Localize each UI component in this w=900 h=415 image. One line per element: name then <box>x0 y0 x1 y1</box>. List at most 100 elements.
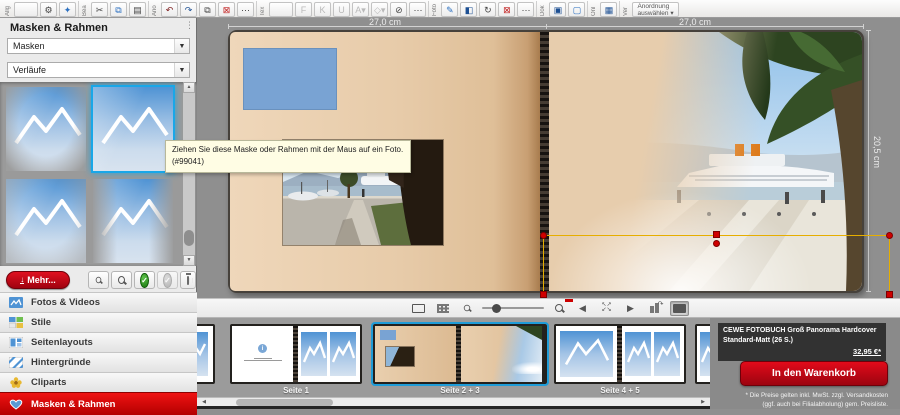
selection-handle-right[interactable] <box>886 232 893 239</box>
masks-frames-icon <box>9 399 23 410</box>
redo-button[interactable]: ↷ <box>180 2 197 17</box>
settings-button[interactable]: ⚙ <box>40 2 57 17</box>
page-right[interactable] <box>549 32 862 291</box>
chevron-down-icon: ▼ <box>174 39 189 53</box>
next-spread-button[interactable]: ▶ <box>622 301 640 316</box>
duplicate-button[interactable]: ⧉ <box>199 2 216 17</box>
mask-thumbnail-1[interactable] <box>6 87 86 171</box>
thumbnail-page-4-5[interactable] <box>554 324 686 384</box>
fit-view-button[interactable]: ↖↗↙↘ <box>598 301 616 316</box>
thumbnail-page-1[interactable]: i <box>230 324 362 384</box>
paste-button[interactable]: ▤ <box>129 2 146 17</box>
photo-palm-ship[interactable] <box>549 32 862 291</box>
toolbar-group-edit: Bea ✂ ⧉ ▤ <box>78 1 146 17</box>
sidebar-item-hintergruende[interactable]: Hintergründe <box>0 352 197 372</box>
sidebar-item-masken-rahmen[interactable]: Masken & Rahmen <box>0 392 197 415</box>
like-button[interactable]: ✓ <box>134 271 155 289</box>
zoom-in-icon <box>118 276 125 284</box>
subcategory-dropdown[interactable]: Verläufe ▼ <box>7 62 190 78</box>
more-photo-button[interactable]: ⋯ <box>517 2 534 17</box>
thumbnail-size-large-button[interactable] <box>111 271 132 289</box>
more-button[interactable]: ↓ Mehr... <box>6 271 70 289</box>
panel-splitter-handle[interactable]: ⋮ <box>185 20 193 31</box>
sidebar-item-fotos-videos[interactable]: Fotos & Videos <box>0 292 197 312</box>
italic-button[interactable]: K <box>314 2 331 17</box>
sidebar-item-cliparts[interactable]: Cliparts <box>0 372 197 392</box>
thumbnail-cover-partial[interactable] <box>197 324 215 384</box>
zoom-out-icon <box>96 277 102 283</box>
single-page-view-button[interactable] <box>409 301 428 316</box>
panel-header: Masken & Rahmen ⋮ <box>0 18 196 37</box>
underline-button[interactable]: U <box>333 2 350 17</box>
zoom-slider-knob[interactable] <box>492 304 501 313</box>
delete-element-button[interactable]: ⊠ <box>218 2 235 17</box>
more-text-button[interactable]: ⋯ <box>409 2 426 17</box>
scroll-up-icon[interactable]: ▲ <box>183 82 195 93</box>
selection-right-edge[interactable] <box>889 235 890 295</box>
thumbnail-size-small-button[interactable] <box>88 271 109 289</box>
thumb-blue-box <box>380 330 396 340</box>
micro-text-line <box>254 358 272 359</box>
dislike-button[interactable]: ✓ <box>157 271 178 289</box>
undo-button[interactable]: ↶ <box>161 2 178 17</box>
mask-grid-scrollbar[interactable]: ▲ ▼ <box>183 82 195 266</box>
preset-box[interactable] <box>14 2 38 17</box>
mask-thumbnail-4[interactable] <box>93 179 173 263</box>
text-shape-button[interactable]: ◇▾ <box>371 2 388 17</box>
toolbar-group-text: Tex F K U A▾ ◇▾ ⊘ ⋯ <box>256 1 426 17</box>
zoom-out-button[interactable] <box>458 301 476 316</box>
scrollbar-thumb[interactable] <box>184 230 194 246</box>
enhance-photo-button[interactable]: ◧ <box>460 2 477 17</box>
insert-image-button[interactable]: ▣ <box>549 2 566 17</box>
micro-text-line <box>244 360 282 361</box>
no-fill-button[interactable]: ⊘ <box>390 2 407 17</box>
grid-view-button[interactable] <box>434 301 452 316</box>
book-view-button[interactable] <box>670 301 689 316</box>
wizard-button[interactable]: ✦ <box>59 2 76 17</box>
selection-handle-left[interactable] <box>540 232 547 239</box>
insert-frame-button[interactable]: ▢ <box>568 2 585 17</box>
previous-spread-button[interactable]: ◀ <box>574 301 592 316</box>
selection-handle-bottom-right[interactable] <box>886 291 893 298</box>
zoom-slider[interactable] <box>482 307 544 309</box>
font-color-button[interactable]: A▾ <box>352 2 369 17</box>
selection-rotate-handle[interactable] <box>713 240 720 247</box>
mask-thumbnail-2-selected[interactable] <box>93 87 173 171</box>
scroll-down-icon[interactable]: ▼ <box>183 255 195 266</box>
sort-pages-button[interactable]: ↷ <box>646 301 664 316</box>
copy-button[interactable]: ⧉ <box>110 2 127 17</box>
vertical-ruler <box>868 30 869 292</box>
sidebar-item-stile[interactable]: Stile <box>0 312 197 332</box>
selection-left-edge[interactable] <box>543 235 544 295</box>
edit-photo-button[interactable]: ✎ <box>441 2 458 17</box>
product-price[interactable]: 32,95 €* <box>723 347 881 358</box>
zoom-in-button[interactable] <box>550 301 568 316</box>
toolbar-group-document: Dok ▣ ▢ <box>536 1 585 17</box>
mask-thumbnail-3[interactable] <box>6 179 86 263</box>
price-disclaimer-line1: * Die Preise gelten inkl. MwSt. zzgl. Ve… <box>718 391 888 400</box>
more-arrange-button[interactable]: ⋯ <box>237 2 254 17</box>
selection-handle-bottom-left[interactable] <box>540 291 547 298</box>
delete-photo-button[interactable]: ⊠ <box>498 2 515 17</box>
group-label-view: Ver <box>623 1 630 16</box>
group-label-arrange: Ano <box>152 1 159 16</box>
delete-mask-button[interactable] <box>180 271 196 289</box>
blue-placeholder-box[interactable] <box>243 48 337 110</box>
sort-pages-icon: ↷ <box>650 303 660 313</box>
thumbnail-page-6-partial[interactable] <box>695 324 710 384</box>
selection-handle-center[interactable] <box>713 231 720 238</box>
bold-button[interactable]: F <box>295 2 312 17</box>
filmstrip-scrollbar-thumb[interactable] <box>236 399 333 406</box>
rotate-photo-button[interactable]: ↻ <box>479 2 496 17</box>
sidebar-item-seitenlayouts[interactable]: Seitenlayouts <box>0 332 197 352</box>
thumbnail-page-2-3-selected[interactable] <box>373 324 547 384</box>
add-to-cart-button[interactable]: In den Warenkorb <box>740 361 888 386</box>
arrangement-dropdown[interactable]: Anordnungauswählen ▾ <box>632 2 678 17</box>
zoom-out-icon <box>463 305 469 311</box>
online-map-button[interactable]: ▦ <box>600 2 617 17</box>
page-view-icon <box>412 304 425 313</box>
category-dropdown[interactable]: Masken ▼ <box>7 38 190 54</box>
cut-button[interactable]: ✂ <box>91 2 108 17</box>
font-box[interactable] <box>269 2 293 17</box>
toolbar-group-view: Ver Anordnungauswählen ▾ <box>619 1 678 17</box>
